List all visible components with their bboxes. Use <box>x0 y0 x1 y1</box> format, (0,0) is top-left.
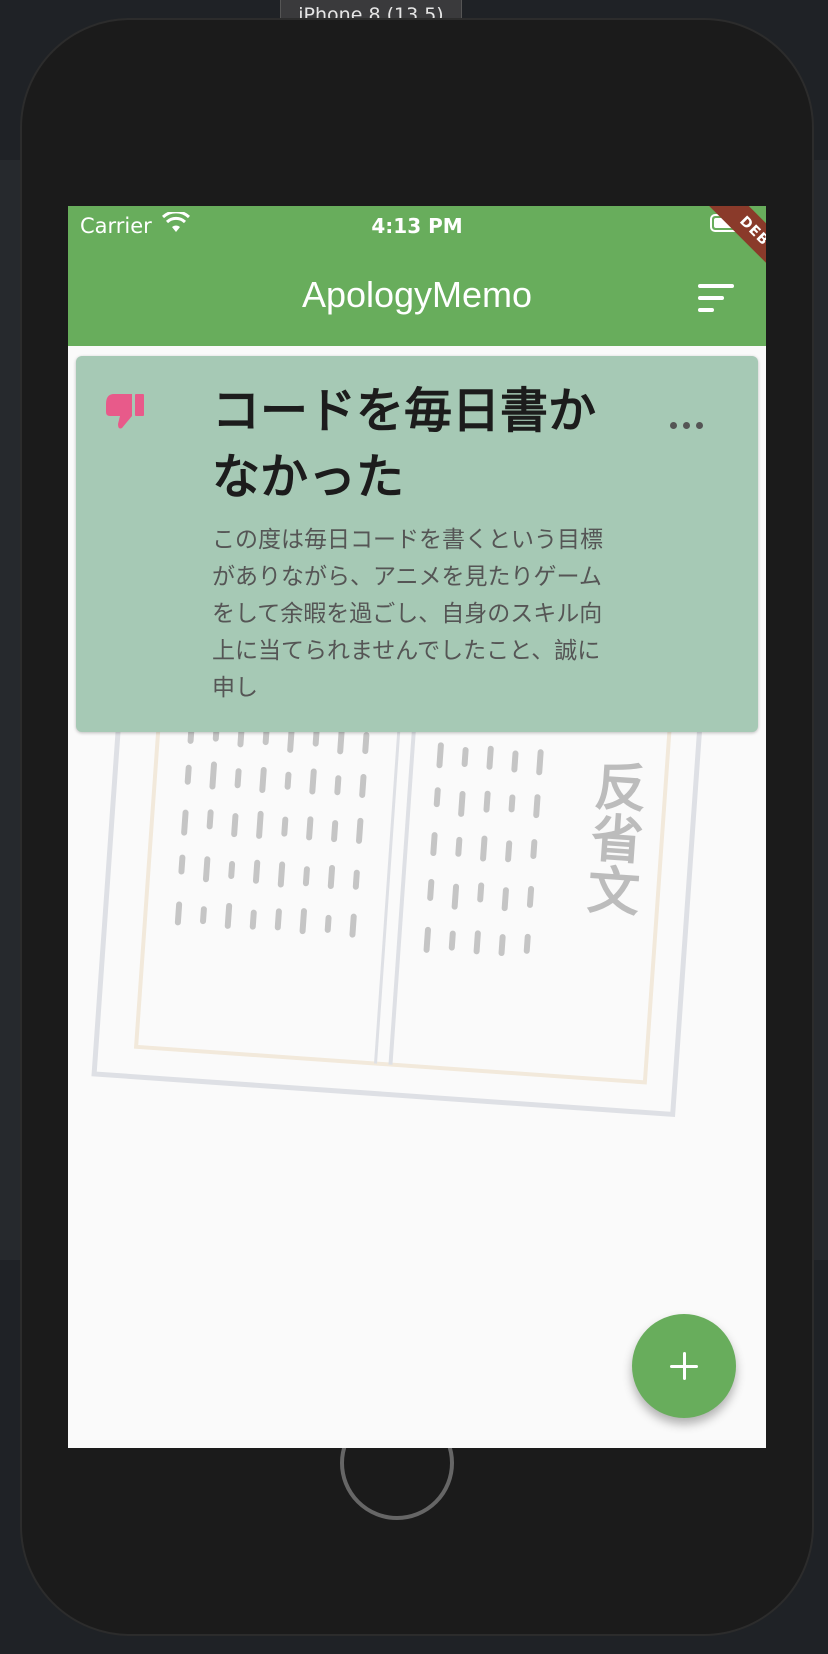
add-memo-button[interactable] <box>632 1314 736 1418</box>
status-time: 4:13 PM <box>371 214 463 238</box>
status-bar: Carrier 4:13 PM <box>68 206 766 246</box>
ide-background-left <box>0 160 20 1260</box>
thumb-down-icon <box>106 394 144 429</box>
memo-body: この度は毎日コードを書くという目標がありながら、アニメを見たりゲームをして余暇を… <box>212 527 603 701</box>
app-bar: Carrier 4:13 PM ApologyMemo DEBUG <box>68 206 766 346</box>
illustration-label: 反省文 <box>576 758 648 918</box>
memo-title: コードを毎日書かなかった <box>212 383 597 505</box>
app-screen: 反省文 Carrier 4:13 PM ApologyMemo DEBUG コー… <box>68 206 766 1448</box>
more-horiz-icon[interactable] <box>668 418 708 434</box>
memo-card[interactable]: コードを毎日書かなかった この度は毎日コードを書くという目標がありながら、アニメ… <box>76 356 758 732</box>
sort-icon[interactable] <box>698 282 738 316</box>
app-title: ApologyMemo <box>301 274 533 315</box>
